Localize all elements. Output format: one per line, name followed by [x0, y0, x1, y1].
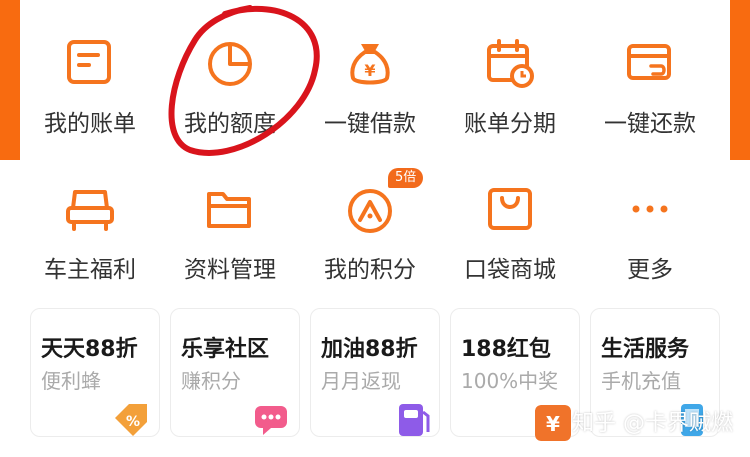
card-subtitle: 月月返现	[321, 369, 401, 393]
menu-item-my-bill[interactable]: 我的账单	[20, 0, 160, 150]
menu-item-one-click-loan[interactable]: ¥ 一键借款	[300, 0, 440, 150]
zhihu-watermark: 知乎 @卡界贼燃	[572, 411, 733, 436]
menu-item-label: 车主福利	[44, 257, 136, 283]
menu-item-label: 口袋商城	[464, 257, 556, 283]
card-subtitle: 手机充值	[601, 369, 681, 393]
menu-item-car-owner-benefits[interactable]: 车主福利	[20, 160, 160, 300]
card-subtitle: 便利蜂	[41, 369, 101, 393]
menu-item-label: 我的账单	[44, 111, 136, 137]
promo-card-community[interactable]: 乐享社区 赚积分	[170, 308, 300, 437]
promo-card-fuel-discount[interactable]: 加油88折 月月返现	[310, 308, 440, 437]
points-icon	[348, 189, 392, 233]
menu-item-my-credit[interactable]: 我的额度	[160, 0, 300, 150]
menu-item-document-management[interactable]: 资料管理	[160, 160, 300, 300]
card-title: 188红包	[461, 337, 551, 362]
promo-card-daily-discount[interactable]: 天天88折 便利蜂 %	[30, 308, 160, 437]
svg-text:%: %	[126, 414, 140, 430]
card-return-icon	[627, 44, 671, 80]
pie-chart-icon	[208, 42, 252, 86]
red-packet-icon: ¥	[535, 405, 571, 441]
menu-item-pocket-mall[interactable]: 口袋商城	[440, 160, 580, 300]
menu-item-label: 我的积分	[324, 257, 416, 283]
money-bag-icon: ¥	[350, 44, 390, 85]
menu-item-one-click-repay[interactable]: 一键还款	[580, 0, 720, 150]
menu-item-label: 一键借款	[324, 111, 416, 137]
svg-text:¥: ¥	[546, 412, 560, 436]
menu-item-bill-installment[interactable]: 账单分期	[440, 0, 580, 150]
discount-tag-icon: %	[115, 404, 147, 436]
svg-text:¥: ¥	[364, 61, 375, 80]
left-edge-strip	[0, 0, 20, 160]
shopping-bag-icon	[488, 188, 532, 230]
calendar-clock-icon	[487, 39, 534, 88]
menu-item-my-points[interactable]: 5倍 我的积分	[300, 160, 440, 300]
card-subtitle: 100%中奖	[461, 369, 559, 393]
card-title: 加油88折	[321, 337, 418, 362]
menu-item-label: 更多	[627, 257, 673, 283]
card-title: 天天88折	[41, 337, 138, 362]
menu-item-label: 一键还款	[604, 111, 696, 137]
fuel-icon	[399, 404, 430, 436]
points-multiplier-badge: 5倍	[388, 168, 424, 188]
bill-icon	[67, 40, 111, 84]
card-title: 乐享社区	[181, 337, 270, 362]
menu-item-more[interactable]: 更多	[580, 160, 720, 300]
card-subtitle: 赚积分	[181, 369, 241, 393]
menu-item-label: 账单分期	[464, 111, 556, 137]
chat-bubble-icon	[255, 406, 287, 435]
right-edge-strip	[730, 0, 750, 160]
more-dots-icon	[632, 205, 668, 213]
menu-item-label: 我的额度	[184, 111, 276, 137]
function-row-2: 车主福利 资料管理 5倍 我的积分 口袋商城 更多	[20, 160, 730, 300]
folder-icon	[207, 192, 251, 228]
card-title: 生活服务	[601, 337, 690, 362]
menu-item-label: 资料管理	[184, 257, 276, 283]
function-row-1: 我的账单 我的额度 ¥ 一键借款 账单分期 一键还款	[20, 0, 730, 150]
car-seat-icon	[66, 190, 114, 231]
